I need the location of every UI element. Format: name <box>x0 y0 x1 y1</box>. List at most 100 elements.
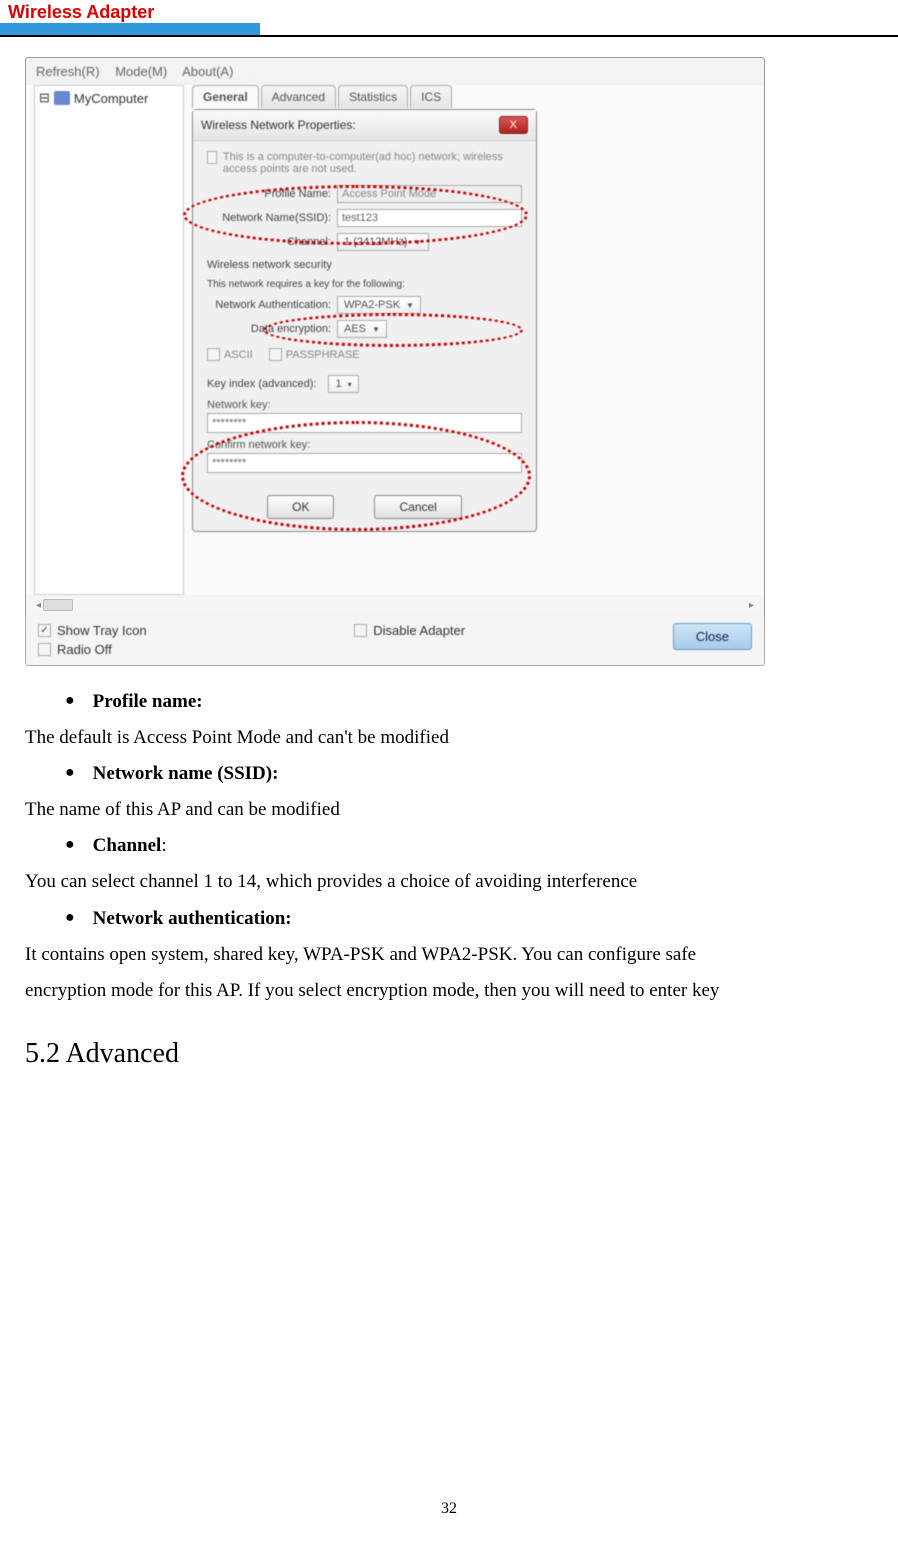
auth-value: WPA2-PSK <box>344 299 400 311</box>
header-title: Wireless Adapter <box>0 0 898 25</box>
encrypt-label: Data encryption: <box>207 323 337 335</box>
tree-panel: ⊟ MyComputer <box>34 85 184 595</box>
show-tray-checkbox[interactable]: Show Tray Icon <box>38 623 147 638</box>
disable-adapter-checkbox[interactable]: Disable Adapter <box>354 623 465 638</box>
channel-select[interactable]: 1 (2412MHz) ▼ <box>337 233 429 251</box>
channel-label: Channel: <box>207 236 337 248</box>
wireless-properties-dialog: Wireless Network Properties: X This is a… <box>192 109 537 532</box>
ascii-label: ASCII <box>224 349 253 361</box>
tree-item-mycomputer[interactable]: ⊟ MyComputer <box>39 90 179 106</box>
checkbox-icon <box>38 643 51 656</box>
row-ssid: Network Name(SSID): <box>207 209 522 227</box>
utility-window: Refresh(R) Mode(M) About(A) ⊟ MyComputer… <box>25 57 765 666</box>
section-heading: 5.2 Advanced <box>25 1027 873 1080</box>
tab-statistics[interactable]: Statistics <box>338 85 408 108</box>
row-profile: Profile Name: <box>207 185 522 203</box>
para-channel: You can select channel 1 to 14, which pr… <box>25 864 873 900</box>
menu-mode[interactable]: Mode(M) <box>115 64 167 79</box>
profile-input <box>337 185 522 203</box>
close-icon[interactable]: X <box>499 116 528 134</box>
bullet-auth: Network authentication: <box>65 901 873 937</box>
disable-adapter-label: Disable Adapter <box>373 623 465 638</box>
keyindex-label: Key index (advanced): <box>207 378 322 390</box>
chevron-down-icon: ▾ <box>348 380 352 389</box>
netkey-label: Network key: <box>207 399 522 411</box>
bottom-left: Show Tray Icon Radio Off <box>38 623 147 657</box>
auth-select[interactable]: WPA2-PSK ▼ <box>337 296 421 314</box>
menu-about[interactable]: About(A) <box>182 64 233 79</box>
chevron-down-icon: ▼ <box>406 301 414 310</box>
row-keyindex: Key index (advanced): 1 ▾ <box>207 375 522 393</box>
tab-general[interactable]: General <box>192 85 259 108</box>
tree-label: MyComputer <box>74 91 148 106</box>
channel-value: 1 (2412MHz) <box>344 236 408 248</box>
dialog-titlebar: Wireless Network Properties: X <box>193 110 536 141</box>
keyindex-select[interactable]: 1 ▾ <box>328 375 358 393</box>
key-section: Key index (advanced): 1 ▾ Network key: C… <box>207 375 522 473</box>
ok-button[interactable]: OK <box>267 495 334 519</box>
para-ssid: The name of this AP and can be modified <box>25 792 873 828</box>
header-underline <box>0 23 260 35</box>
bottom-panel: Show Tray Icon Radio Off Disable Adapter… <box>26 615 764 665</box>
bullet-profile: Profile name: <box>65 684 873 720</box>
ascii-checkbox[interactable]: ASCII <box>207 348 253 361</box>
tab-advanced[interactable]: Advanced <box>261 85 336 108</box>
scroll-right-icon[interactable]: ▸ <box>749 600 754 611</box>
encrypt-select[interactable]: AES ▼ <box>337 320 387 338</box>
chevron-down-icon: ▼ <box>414 238 422 247</box>
close-button[interactable]: Close <box>673 623 752 650</box>
scrollbar-area: ◂ ▸ <box>26 595 764 615</box>
para-auth-2: encryption mode for this AP. If you sele… <box>25 973 873 1009</box>
page-number: 32 <box>0 1500 898 1538</box>
confirm-label: Confirm network key: <box>207 439 522 451</box>
main-panel: General Advanced Statistics ICS Wireless… <box>184 85 756 595</box>
row-channel: Channel: 1 (2412MHz) ▼ <box>207 233 522 251</box>
adhoc-text: This is a computer-to-computer(ad hoc) n… <box>223 151 522 175</box>
computer-icon <box>54 91 70 105</box>
window-body: ⊟ MyComputer General Advanced Statistics… <box>26 85 764 595</box>
radio-off-checkbox[interactable]: Radio Off <box>38 642 147 657</box>
chevron-down-icon: ▼ <box>372 325 380 334</box>
keyindex-value: 1 <box>335 378 341 390</box>
row-encrypt: Data encryption: AES ▼ <box>207 320 522 338</box>
checkbox-icon <box>269 348 282 361</box>
menu-bar: Refresh(R) Mode(M) About(A) <box>26 58 764 85</box>
menu-refresh[interactable]: Refresh(R) <box>36 64 100 79</box>
tab-ics[interactable]: ICS <box>410 85 452 108</box>
dialog-buttons: OK Cancel <box>193 483 536 531</box>
scroll-thumb[interactable] <box>43 599 73 611</box>
netkey-input[interactable] <box>207 413 522 433</box>
scroll-left-icon[interactable]: ◂ <box>36 600 41 611</box>
dialog-content: This is a computer-to-computer(ad hoc) n… <box>193 141 536 483</box>
background-panel <box>544 125 734 405</box>
adhoc-note: This is a computer-to-computer(ad hoc) n… <box>207 151 522 175</box>
ssid-input[interactable] <box>337 209 522 227</box>
show-tray-label: Show Tray Icon <box>57 623 147 638</box>
bullet-channel: Channel: <box>65 828 873 864</box>
para-auth-1: It contains open system, shared key, WPA… <box>25 937 873 973</box>
content-area: Refresh(R) Mode(M) About(A) ⊟ MyComputer… <box>0 37 898 1100</box>
bullet-ssid: Network name (SSID): <box>65 756 873 792</box>
profile-label: Profile Name: <box>207 188 337 200</box>
para-profile: The default is Access Point Mode and can… <box>25 720 873 756</box>
security-note: This network requires a key for the foll… <box>207 279 522 290</box>
document-header: Wireless Adapter <box>0 0 898 37</box>
ssid-label: Network Name(SSID): <box>207 212 337 224</box>
confirm-input[interactable] <box>207 453 522 473</box>
passphrase-label: PASSPHRASE <box>286 349 360 361</box>
tabs-row: General Advanced Statistics ICS <box>192 85 756 108</box>
checkbox-icon <box>354 624 367 637</box>
security-heading: Wireless network security <box>207 259 522 271</box>
checkbox-icon <box>207 348 220 361</box>
dialog-title: Wireless Network Properties: <box>201 118 356 132</box>
checkbox-icon <box>38 624 51 637</box>
radio-off-label: Radio Off <box>57 642 112 657</box>
cancel-button[interactable]: Cancel <box>374 495 461 519</box>
passphrase-checkbox[interactable]: PASSPHRASE <box>269 348 360 361</box>
expand-icon[interactable]: ⊟ <box>39 90 50 106</box>
adhoc-checkbox[interactable] <box>207 151 217 164</box>
document-text: Profile name: The default is Access Poin… <box>25 684 873 1080</box>
encoding-checkboxes: ASCII PASSPHRASE <box>207 348 522 361</box>
auth-label: Network Authentication: <box>207 299 337 311</box>
encrypt-value: AES <box>344 323 366 335</box>
